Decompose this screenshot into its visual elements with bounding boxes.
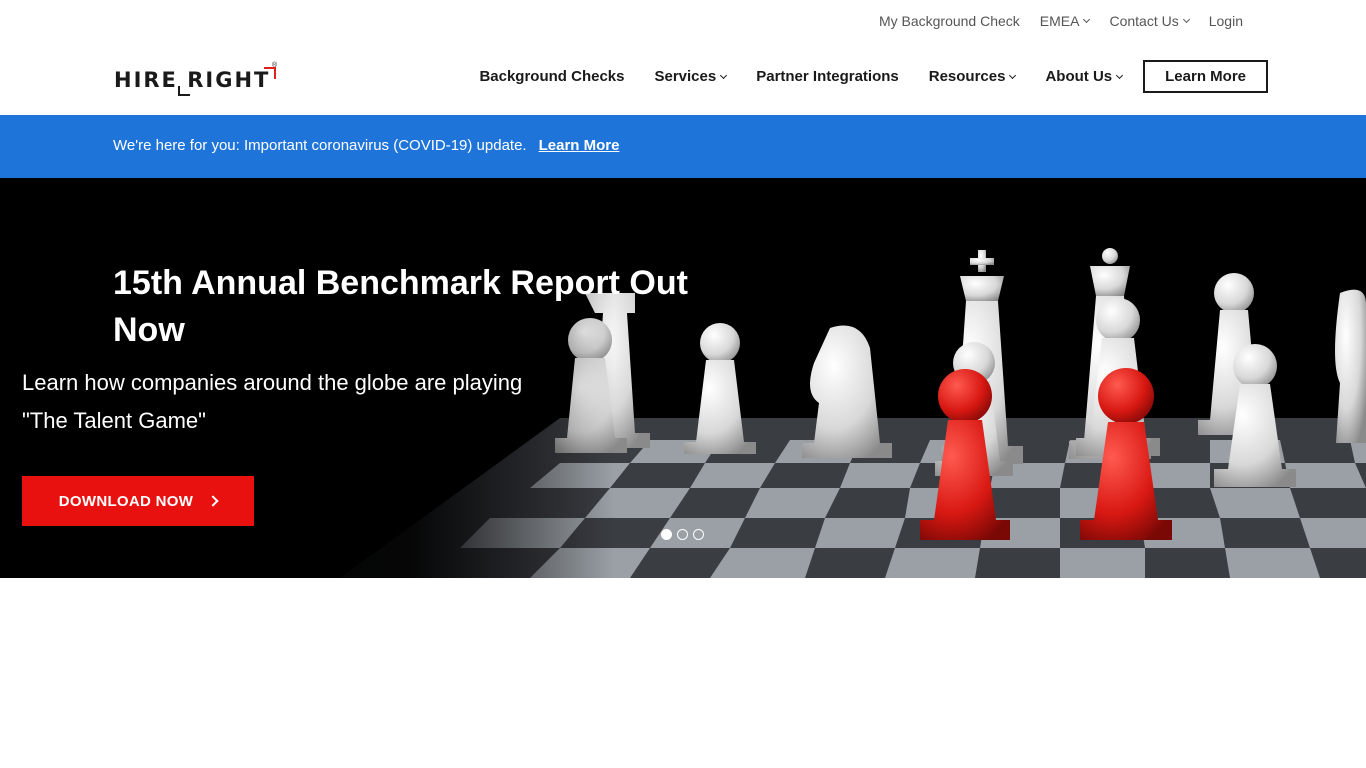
alert-learn-more-link[interactable]: Learn More	[539, 137, 620, 154]
nav-resources[interactable]: Resources	[929, 68, 1017, 85]
main-nav: Background Checks Services Partner Integ…	[479, 60, 1268, 93]
chevron-down-icon	[720, 71, 728, 79]
my-background-check-link[interactable]: My Background Check	[879, 13, 1020, 29]
login-link[interactable]: Login	[1209, 13, 1243, 29]
carousel-dot-3[interactable]	[693, 529, 704, 540]
utility-bar: My Background Check EMEA Contact Us Logi…	[0, 0, 1366, 42]
emea-dropdown[interactable]: EMEA	[1040, 13, 1091, 29]
nav-partner-integrations[interactable]: Partner Integrations	[756, 68, 899, 85]
logo-bracket-bottom	[178, 86, 190, 96]
alert-message: We're here for you: Important coronaviru…	[113, 137, 527, 154]
learn-more-button[interactable]: Learn More	[1143, 60, 1268, 93]
hero-title: 15th Annual Benchmark Report Out Now	[113, 264, 688, 349]
hero-subtitle: Learn how companies around the globe are…	[22, 370, 523, 433]
chevron-down-icon	[1116, 71, 1124, 79]
utility-links: My Background Check EMEA Contact Us Logi…	[879, 13, 1243, 29]
alert-content: We're here for you: Important coronaviru…	[113, 137, 619, 154]
logo-wordmark: HIRE RIGHT	[114, 68, 271, 92]
carousel-dot-1[interactable]	[661, 529, 672, 540]
chevron-down-icon	[1009, 71, 1017, 79]
download-now-button[interactable]: DOWNLOAD NOW	[22, 476, 254, 526]
covid-alert-banner: We're here for you: Important coronaviru…	[0, 115, 1366, 178]
chevron-right-icon	[207, 495, 219, 507]
contact-us-dropdown[interactable]: Contact Us	[1109, 13, 1190, 29]
chevron-down-icon	[1182, 15, 1190, 24]
chevron-down-icon	[1083, 15, 1091, 24]
nav-services[interactable]: Services	[654, 68, 728, 85]
main-header: HIRE RIGHT ® Background Checks Services …	[0, 42, 1366, 115]
nav-background-checks[interactable]: Background Checks	[479, 68, 624, 85]
hero-banner: 15th Annual Benchmark Report Out Now Lea…	[0, 178, 1366, 578]
hireright-logo[interactable]: HIRE RIGHT ®	[114, 62, 284, 98]
nav-about-us[interactable]: About Us	[1045, 68, 1124, 85]
carousel-indicators	[661, 529, 704, 540]
carousel-dot-2[interactable]	[677, 529, 688, 540]
